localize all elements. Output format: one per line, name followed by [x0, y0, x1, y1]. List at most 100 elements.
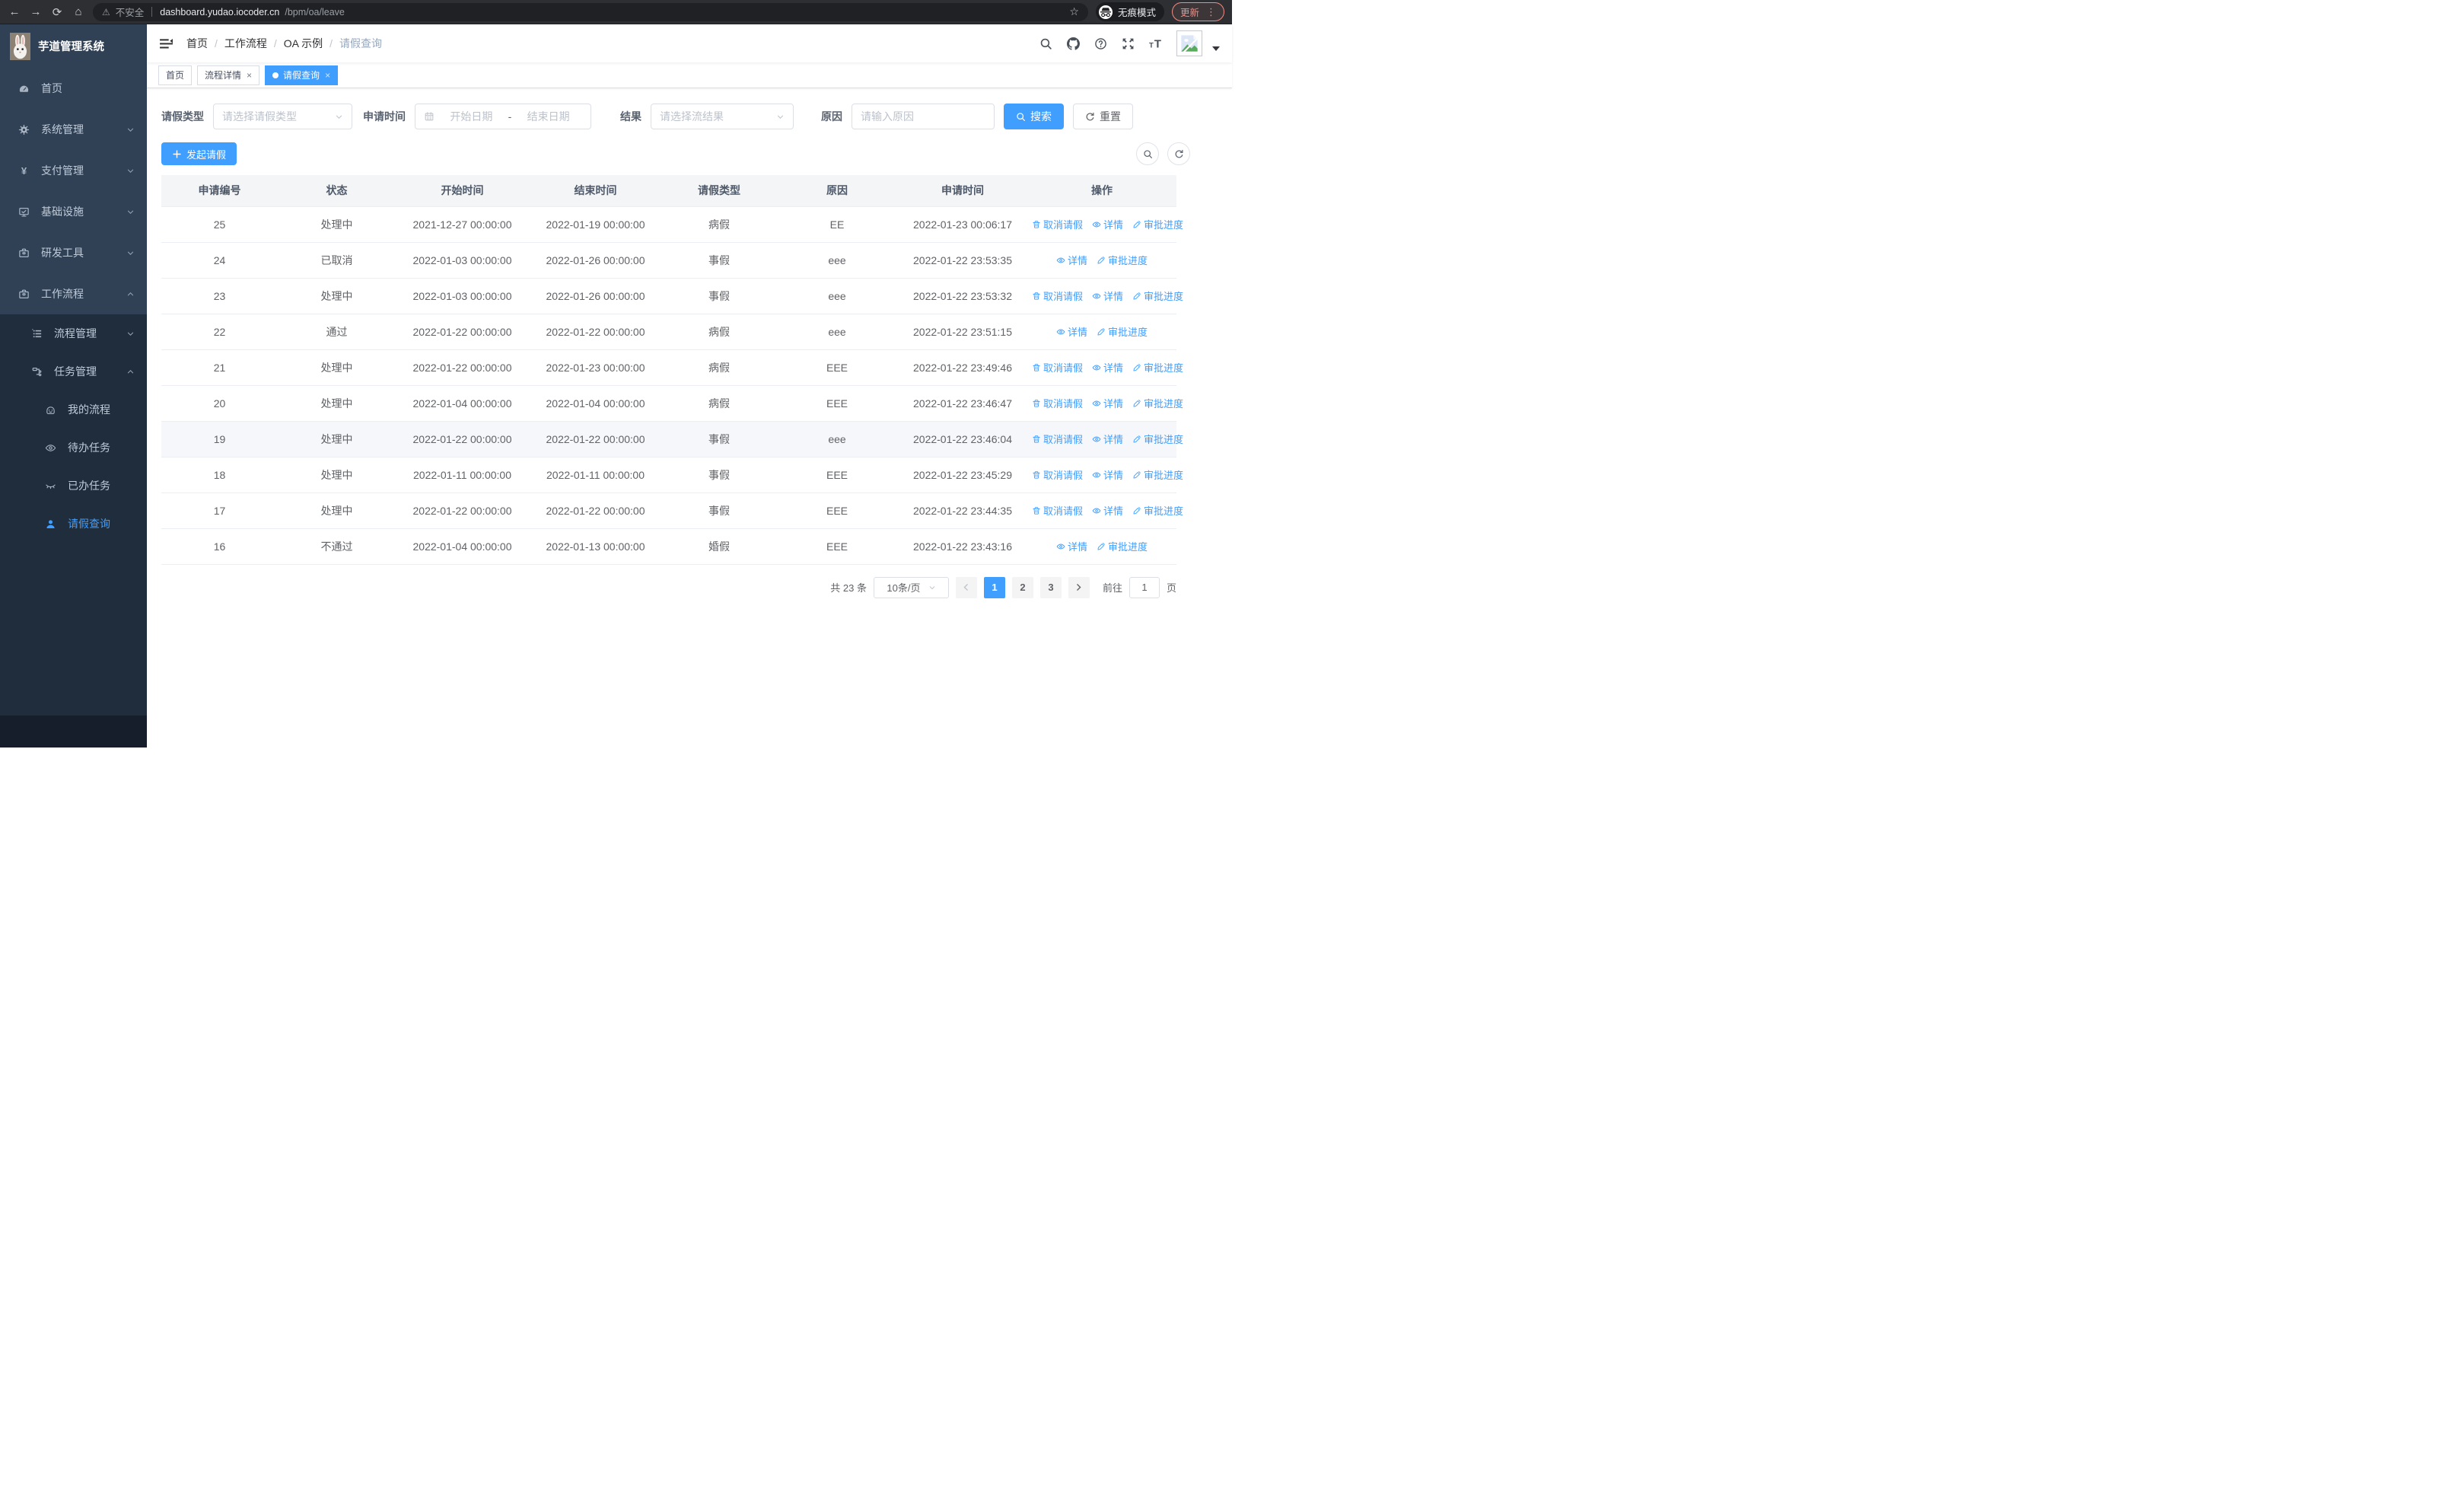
action-detail[interactable]: 详情 — [1092, 360, 1123, 375]
action-detail[interactable]: 详情 — [1056, 324, 1087, 339]
home-icon[interactable]: ⌂ — [72, 5, 85, 18]
breadcrumb-separator: / — [273, 37, 277, 49]
apply-time-range-picker[interactable]: 开始日期 - 结束日期 — [415, 104, 591, 129]
font-size-icon[interactable]: TT — [1149, 37, 1162, 50]
next-page-button[interactable] — [1068, 576, 1090, 598]
sidebar-subitem-2[interactable]: 我的流程 — [0, 390, 147, 429]
tab-0[interactable]: 首页 — [158, 65, 193, 85]
search-icon[interactable] — [1039, 37, 1052, 50]
action-progress[interactable]: 审批进度 — [1132, 288, 1183, 303]
cell-end: 2022-01-26 00:00:00 — [529, 242, 662, 279]
search-button[interactable]: 搜索 — [1004, 104, 1064, 129]
result-select[interactable]: 请选择流结果 — [651, 104, 794, 129]
back-icon[interactable]: ← — [8, 5, 21, 18]
sidebar-item-2[interactable]: ¥ 支付管理 — [0, 150, 147, 191]
action-detail[interactable]: 详情 — [1056, 539, 1087, 553]
leave-type-select[interactable]: 请选择请假类型 — [213, 104, 352, 129]
pen-icon — [1132, 399, 1141, 408]
action-progress[interactable]: 审批进度 — [1132, 396, 1183, 410]
logo-row[interactable]: 芋道管理系统 — [0, 24, 147, 68]
cell-start: 2022-01-22 00:00:00 — [396, 492, 529, 529]
sidebar-item-1[interactable]: 系统管理 — [0, 109, 147, 150]
sidebar-item-3[interactable]: 基础设施 — [0, 191, 147, 232]
action-cancel[interactable]: 取消请假 — [1032, 467, 1083, 482]
sidebar-item-5[interactable]: 工作流程 — [0, 273, 147, 314]
action-cancel[interactable]: 取消请假 — [1032, 217, 1083, 231]
fullscreen-icon[interactable] — [1122, 37, 1135, 50]
page-button-2[interactable]: 2 — [1011, 576, 1033, 598]
chevron-up-icon — [126, 368, 135, 376]
action-detail[interactable]: 详情 — [1092, 396, 1123, 410]
reason-label: 原因 — [821, 110, 842, 123]
svg-text:T: T — [1149, 41, 1154, 49]
action-cancel[interactable]: 取消请假 — [1032, 503, 1083, 518]
column-header: 申请编号 — [161, 175, 278, 206]
tab-1[interactable]: 流程详情 × — [197, 65, 260, 85]
create-leave-button[interactable]: 发起请假 — [161, 142, 237, 165]
forward-icon[interactable]: → — [29, 5, 43, 18]
reset-button[interactable]: 重置 — [1073, 104, 1133, 129]
user-menu-caret-icon[interactable] — [1212, 46, 1220, 51]
action-detail[interactable]: 详情 — [1092, 432, 1123, 446]
action-detail[interactable]: 详情 — [1092, 217, 1123, 231]
action-progress[interactable]: 审批进度 — [1132, 503, 1183, 518]
bookmark-star-icon[interactable]: ☆ — [1069, 5, 1079, 18]
table-row: 24 已取消 2022-01-03 00:00:00 2022-01-26 00:00… — [161, 242, 1176, 279]
sidebar-item-4[interactable]: 研发工具 — [0, 232, 147, 273]
security-label: 不安全 — [115, 8, 145, 18]
breadcrumb-item[interactable]: OA 示例 — [284, 36, 323, 51]
cell-status: 处理中 — [278, 278, 396, 314]
sidebar-subitem-3[interactable]: 待办任务 — [0, 429, 147, 467]
chevron-down-icon — [928, 584, 936, 591]
action-detail[interactable]: 详情 — [1056, 253, 1087, 267]
browser-menu-icon[interactable]: ⋮ — [1206, 6, 1216, 18]
cell-id: 16 — [161, 528, 278, 565]
page-button-3[interactable]: 3 — [1039, 576, 1062, 598]
page-button-1[interactable]: 1 — [983, 576, 1005, 598]
action-progress[interactable]: 审批进度 — [1132, 467, 1183, 482]
github-icon[interactable] — [1067, 37, 1080, 50]
goto-page-input[interactable] — [1129, 576, 1160, 598]
reload-icon[interactable]: ⟳ — [50, 5, 64, 19]
action-progress[interactable]: 审批进度 — [1097, 253, 1148, 267]
table-row: 19 处理中 2022-01-22 00:00:00 2022-01-22 00:00… — [161, 421, 1183, 457]
action-progress[interactable]: 审批进度 — [1097, 539, 1148, 553]
close-icon[interactable]: × — [247, 70, 252, 81]
sidebar-subitem-1[interactable]: 任务管理 — [0, 352, 147, 390]
action-cancel[interactable]: 取消请假 — [1032, 396, 1083, 410]
tab-2[interactable]: 请假查询 × — [265, 65, 339, 85]
update-button[interactable]: 更新 ⋮ — [1171, 2, 1224, 21]
page-size-select[interactable]: 10条/页 — [873, 576, 949, 598]
cell-actions: 取消请假 详情 审批进度 — [1027, 457, 1183, 493]
close-icon[interactable]: × — [325, 70, 330, 81]
sidebar-item-0[interactable]: 首页 — [0, 68, 147, 109]
collapse-sidebar-icon[interactable] — [159, 37, 173, 51]
sidebar-subitem-5[interactable]: 请假查询 — [0, 505, 147, 543]
action-cancel[interactable]: 取消请假 — [1032, 288, 1083, 303]
prev-page-button[interactable] — [955, 576, 977, 598]
refresh-table-button[interactable] — [1167, 142, 1190, 165]
toggle-search-button[interactable] — [1136, 142, 1159, 165]
action-detail[interactable]: 详情 — [1092, 288, 1123, 303]
action-detail[interactable]: 详情 — [1092, 467, 1123, 482]
cell-start: 2022-01-22 00:00:00 — [396, 314, 529, 350]
action-progress[interactable]: 审批进度 — [1132, 360, 1183, 375]
action-progress[interactable]: 审批进度 — [1097, 324, 1148, 339]
sidebar-subitem-0[interactable]: 流程管理 — [0, 314, 147, 352]
action-progress[interactable]: 审批进度 — [1132, 217, 1183, 231]
action-progress[interactable]: 审批进度 — [1132, 432, 1183, 446]
url-bar[interactable]: ⚠ 不安全 dashboard.yudao.iocoder.cn /bpm/oa… — [93, 2, 1088, 21]
avatar[interactable] — [1176, 30, 1202, 56]
action-cancel[interactable]: 取消请假 — [1032, 360, 1083, 375]
svg-text:¥: ¥ — [21, 165, 27, 177]
app-title: 芋道管理系统 — [38, 41, 104, 53]
sidebar-subitem-4[interactable]: 已办任务 — [0, 467, 147, 505]
help-icon[interactable] — [1094, 37, 1107, 50]
sidebar-item-label: 支付管理 — [41, 164, 84, 177]
cell-end: 2022-01-13 00:00:00 — [529, 528, 662, 565]
action-cancel[interactable]: 取消请假 — [1032, 432, 1083, 446]
reason-input[interactable] — [852, 110, 994, 123]
breadcrumb-item[interactable]: 工作流程 — [224, 36, 267, 51]
action-detail[interactable]: 详情 — [1092, 503, 1123, 518]
breadcrumb-item[interactable]: 首页 — [186, 36, 208, 51]
